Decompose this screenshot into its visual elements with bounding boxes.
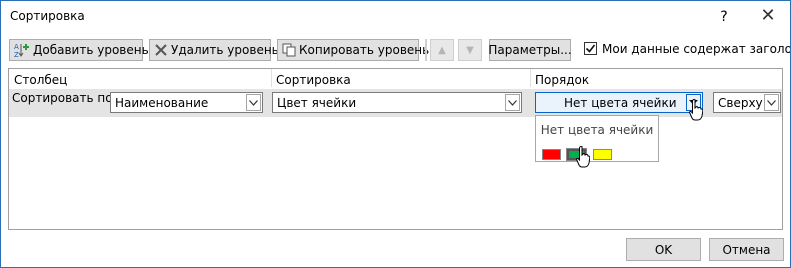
headers-checkbox[interactable] <box>584 42 597 55</box>
sort-on-select-value: Цвет ячейки <box>277 96 357 110</box>
delete-x-icon <box>154 42 168 58</box>
hand-cursor-icon <box>576 146 590 168</box>
copy-level-label: Копировать уровень <box>299 43 430 57</box>
add-level-icon: A Z <box>14 42 30 58</box>
column-header-order: Порядок <box>535 73 590 87</box>
position-select[interactable]: Сверху <box>713 92 781 113</box>
chevron-down-icon[interactable] <box>246 94 261 111</box>
delete-level-button[interactable]: Удалить уровень <box>149 39 279 61</box>
close-button[interactable]: ✕ <box>753 5 783 29</box>
ok-label: OK <box>654 242 673 257</box>
color-dropdown-popup: Нет цвета ячейки <box>535 115 659 162</box>
column-select[interactable]: Наименование <box>110 92 263 113</box>
title-bar: Сортировка ? ✕ <box>1 1 790 33</box>
order-color-select[interactable]: Нет цвета ячейки <box>535 92 703 113</box>
move-up-button[interactable]: ▲ <box>430 39 454 61</box>
options-label: Параметры... <box>488 43 572 57</box>
hand-cursor-icon <box>689 99 703 121</box>
copy-icon <box>282 42 296 58</box>
svg-text:Z: Z <box>14 51 19 58</box>
headers-checkbox-label: Мои данные содержат заголовки <box>602 42 791 56</box>
move-down-button[interactable]: ▼ <box>458 39 482 61</box>
column-divider <box>530 69 531 87</box>
chevron-down-icon[interactable] <box>764 94 779 111</box>
chevron-down-icon[interactable] <box>505 94 520 111</box>
sort-on-select[interactable]: Цвет ячейки <box>272 92 522 113</box>
add-level-button[interactable]: A Z Добавить уровень <box>9 39 149 61</box>
help-button[interactable]: ? <box>711 5 737 29</box>
order-select-value: Нет цвета ячейки <box>564 96 677 110</box>
column-divider <box>271 69 272 87</box>
dialog-title: Сортировка <box>10 9 85 23</box>
toolbar-separator <box>425 39 427 61</box>
move-down-icon: ▼ <box>466 44 474 56</box>
yellow-swatch[interactable] <box>593 149 612 160</box>
cancel-button[interactable]: Отмена <box>709 238 784 261</box>
column-header-sort-on: Сортировка <box>276 73 351 87</box>
sort-by-label: Сортировать по <box>12 91 113 105</box>
sort-dialog: Сортировка ? ✕ A Z Добавить уровень Удал… <box>0 0 791 268</box>
svg-text:A: A <box>14 43 19 51</box>
delete-level-label: Удалить уровень <box>171 43 279 57</box>
red-swatch[interactable] <box>542 149 561 160</box>
add-level-label: Добавить уровень <box>33 43 149 57</box>
move-up-icon: ▲ <box>438 44 446 56</box>
cancel-label: Отмена <box>722 242 771 257</box>
column-select-value: Наименование <box>115 96 209 110</box>
copy-level-button[interactable]: Копировать уровень <box>277 39 429 61</box>
no-color-option[interactable]: Нет цвета ячейки <box>536 123 658 137</box>
position-select-value: Сверху <box>718 96 763 110</box>
column-header-column: Столбец <box>14 73 68 87</box>
checkmark-icon <box>585 44 596 53</box>
sort-levels-grid: Столбец Сортировка Порядок Сортировать п… <box>8 68 783 230</box>
options-button[interactable]: Параметры... <box>488 39 572 61</box>
ok-button[interactable]: OK <box>626 238 701 261</box>
